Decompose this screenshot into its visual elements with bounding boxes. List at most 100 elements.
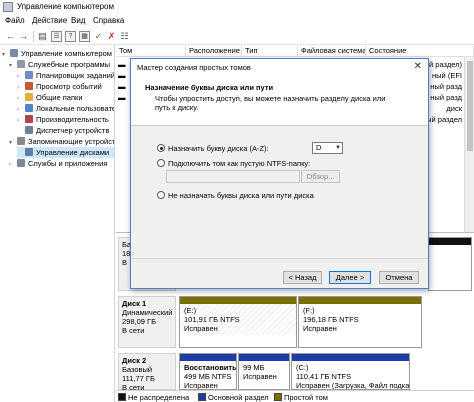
- tree-item-label: Управление дисками: [36, 148, 110, 157]
- volume-row-icon[interactable]: ▬: [118, 71, 126, 81]
- tree-item-system-tools[interactable]: ▾ Служебные программы: [9, 59, 110, 70]
- disk-1-partition-f[interactable]: (F:) 196,18 ГБ NTFS Исправен: [298, 296, 422, 348]
- column-type[interactable]: Тип: [242, 46, 298, 56]
- wizard-description: Чтобы упростить доступ, вы можете назнач…: [155, 94, 386, 112]
- partition-size: 499 МБ NTFS: [184, 372, 232, 381]
- disk-2-partition-efi[interactable]: 99 МБ Исправен: [238, 353, 290, 390]
- mount-folder-label[interactable]: Подключить том как пустую NTFS-папку:: [168, 159, 310, 168]
- disk-type: Динамический: [122, 308, 173, 317]
- computer-management-icon: [3, 2, 13, 12]
- volume-status-fragment: ый раздел): [423, 60, 462, 69]
- column-layout[interactable]: Расположение: [186, 46, 242, 56]
- tree-item-label: Планировщик заданий: [36, 71, 115, 80]
- volume-row-icon[interactable]: ▬: [118, 60, 126, 70]
- volume-status-fragment: ный разд: [430, 93, 462, 102]
- disk-2-label[interactable]: Диск 2 Базовый 111,77 ГБ В сети: [118, 353, 176, 392]
- legend-label: Не распределена: [128, 393, 190, 402]
- mount-folder-radio[interactable]: [157, 159, 165, 167]
- legend-simple: Простой том: [274, 393, 328, 402]
- next-button[interactable]: Далее >: [329, 271, 371, 284]
- partition-label: (F:): [303, 306, 315, 315]
- volume-list-scrollbar[interactable]: [464, 57, 474, 232]
- disk-1-label[interactable]: Диск 1 Динамический 298,09 ГБ В сети: [118, 296, 176, 348]
- services-icon: [17, 159, 25, 167]
- delete-icon[interactable]: ✗: [106, 31, 117, 42]
- menu-help[interactable]: Справка: [93, 16, 124, 25]
- tree-item-label: Запоминающие устройств: [28, 137, 115, 146]
- column-file-system[interactable]: Файловая система: [298, 46, 366, 56]
- back-icon[interactable]: ←: [5, 31, 16, 42]
- unallocated-swatch: [118, 393, 126, 401]
- properties-icon[interactable]: ☰: [51, 31, 62, 42]
- clock-icon: [25, 71, 33, 79]
- help-icon[interactable]: ?: [65, 31, 76, 42]
- expander-icon[interactable]: ▾: [9, 61, 17, 72]
- disk-status: В сети: [122, 326, 145, 335]
- assign-letter-radio[interactable]: [157, 144, 165, 152]
- column-status[interactable]: Состояние: [366, 46, 474, 56]
- expander-icon[interactable]: ▾: [9, 138, 17, 149]
- menu-action[interactable]: Действие: [32, 16, 67, 25]
- primary-partition-bar: [292, 354, 409, 361]
- tree-item-disk-management[interactable]: Управление дисками: [17, 147, 114, 158]
- legend-primary: Основной раздел: [198, 393, 269, 402]
- volume-list-header: Том Расположение Тип Файловая система Со…: [116, 45, 474, 57]
- drive-letter-select[interactable]: D ▼: [312, 142, 343, 154]
- volume-row-icon[interactable]: ▬: [118, 93, 126, 103]
- assign-letter-label[interactable]: Назначить букву диска (A-Z):: [168, 144, 269, 153]
- browse-button[interactable]: Обзор...: [301, 170, 340, 183]
- legend-unallocated: Не распределена: [118, 393, 189, 402]
- tree-item-services-apps[interactable]: › Службы и приложения: [9, 158, 107, 169]
- disk-2-partition-recovery[interactable]: Восстановить 499 МБ NTFS Исправен: [179, 353, 237, 390]
- storage-icon: [17, 137, 25, 145]
- disk-0-partition-unallocated[interactable]: [428, 237, 472, 291]
- wizard-separator: [131, 258, 428, 259]
- up-folder-icon[interactable]: ▤: [37, 31, 48, 42]
- tree-item-label: Общие папки: [36, 93, 83, 102]
- tree-item-local-users[interactable]: › Локальные пользовате: [17, 103, 115, 114]
- tree-item-task-scheduler[interactable]: › Планировщик заданий: [17, 70, 115, 81]
- check-icon[interactable]: ✓: [93, 31, 104, 42]
- tools-icon: [17, 60, 25, 68]
- disk-management-icon: [25, 148, 33, 156]
- primary-partition-bar: [239, 354, 289, 361]
- computer-management-window: Управление компьютером Файл Действие Вид…: [0, 0, 474, 402]
- wizard-header: Назначение буквы диска или пути Чтобы уп…: [131, 76, 428, 126]
- mount-path-input[interactable]: [166, 170, 300, 183]
- volume-status-fragment: ный разд: [430, 82, 462, 91]
- unallocated-bar: [429, 238, 471, 245]
- column-volume[interactable]: Том: [116, 46, 186, 56]
- wizard-title-bar: Мастер создания простых томов ✕: [131, 59, 428, 76]
- disk-size: 111,77 ГБ: [122, 374, 155, 383]
- disk-settings-icon[interactable]: ▦: [79, 31, 90, 42]
- disk-1-partition-e[interactable]: (E:) 101,91 ГБ NTFS Исправен: [179, 296, 297, 348]
- expander-icon[interactable]: ›: [9, 160, 17, 171]
- back-button[interactable]: < Назад: [283, 271, 322, 284]
- no-letter-radio[interactable]: [157, 191, 165, 199]
- volume-status-fragment: ый раздел: [426, 115, 462, 124]
- scrollbar-thumb[interactable]: [467, 61, 473, 151]
- navigation-tree: ▾ Управление компьютером (л ▾ Служебные пр…: [0, 45, 115, 402]
- list-icon[interactable]: ☷: [119, 31, 130, 42]
- partition-size: 99 МБ: [243, 363, 265, 372]
- partition-status: Исправен: [303, 324, 337, 333]
- tree-item-storage[interactable]: ▾ Запоминающие устройств: [9, 136, 115, 149]
- menu-file[interactable]: Файл: [5, 16, 25, 25]
- partition-status: Исправен: [243, 372, 277, 381]
- menu-view[interactable]: Вид: [71, 16, 85, 25]
- disk-2-partition-c[interactable]: (C:) 110,41 ГБ NTFS Исправен (Загрузка, …: [291, 353, 410, 390]
- forward-icon[interactable]: →: [18, 31, 29, 42]
- no-letter-label[interactable]: Не назначать буквы диска или пути диска: [168, 191, 314, 200]
- tree-item-performance[interactable]: › Производительность: [17, 114, 109, 125]
- tree-item-event-viewer[interactable]: › Просмотр событий: [17, 81, 102, 92]
- menu-bar: Файл Действие Вид Справка: [0, 14, 474, 28]
- tree-item-label: Локальные пользовате: [36, 104, 115, 113]
- disk-type: Базовый: [122, 365, 153, 374]
- close-icon[interactable]: ✕: [414, 61, 422, 72]
- volume-row-icon[interactable]: ▬: [118, 82, 126, 92]
- tree-item-shared-folders[interactable]: › Общие папки: [17, 92, 83, 103]
- cancel-button[interactable]: Отмена: [379, 271, 419, 284]
- partition-label: (C:): [296, 363, 309, 372]
- tree-item-device-manager[interactable]: Диспетчер устройств: [17, 125, 109, 136]
- tree-item-computer-management[interactable]: ▾ Управление компьютером (л: [2, 48, 114, 59]
